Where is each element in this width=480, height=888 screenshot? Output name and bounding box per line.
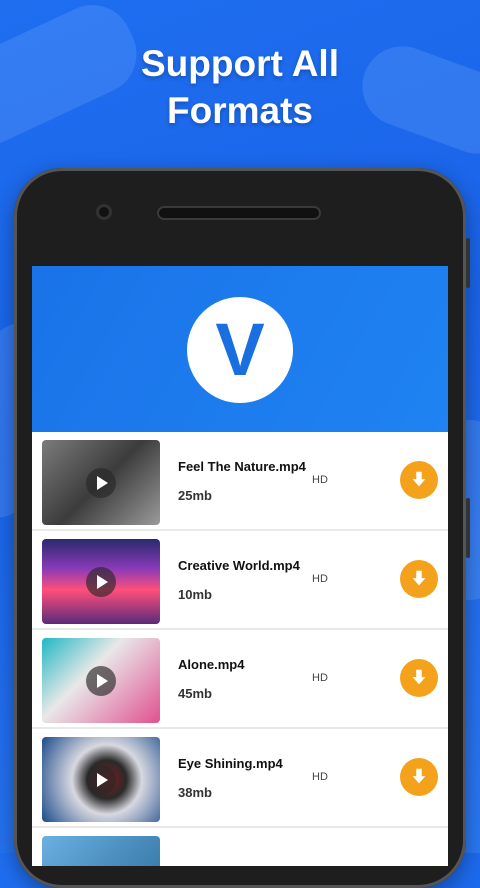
video-list-item-partial[interactable] bbox=[32, 828, 448, 866]
video-size: 10mb bbox=[178, 587, 212, 602]
play-icon[interactable] bbox=[86, 666, 116, 696]
front-camera bbox=[96, 204, 112, 220]
video-size: 45mb bbox=[178, 686, 212, 701]
video-thumbnail[interactable] bbox=[42, 638, 160, 723]
download-arrow-icon bbox=[412, 471, 426, 487]
video-title: Eye Shining.mp4 bbox=[178, 756, 283, 771]
video-list-item[interactable]: Alone.mp4 45mb HD bbox=[32, 630, 448, 727]
app-logo-letter: V bbox=[215, 308, 265, 391]
download-button[interactable] bbox=[400, 560, 438, 598]
video-title: Alone.mp4 bbox=[178, 657, 245, 672]
phone-frame: V Feel The Nature.mp4 25mb HD Creative W… bbox=[14, 168, 470, 888]
app-screen: V Feel The Nature.mp4 25mb HD Creative W… bbox=[32, 266, 448, 866]
video-list-item[interactable]: Eye Shining.mp4 38mb HD bbox=[32, 729, 448, 826]
video-list: Feel The Nature.mp4 25mb HD Creative Wor… bbox=[32, 432, 448, 866]
video-list-item[interactable]: Creative World.mp4 10mb HD bbox=[32, 531, 448, 628]
video-size: 25mb bbox=[178, 488, 212, 503]
video-thumbnail[interactable] bbox=[42, 539, 160, 624]
play-icon[interactable] bbox=[86, 567, 116, 597]
play-icon[interactable] bbox=[86, 765, 116, 795]
headline-line-1: Support All bbox=[141, 43, 339, 84]
video-list-item[interactable]: Feel The Nature.mp4 25mb HD bbox=[32, 432, 448, 529]
play-icon[interactable] bbox=[86, 468, 116, 498]
phone-side-button bbox=[466, 238, 470, 288]
video-quality-badge: HD bbox=[312, 474, 328, 486]
video-thumbnail[interactable] bbox=[42, 836, 160, 866]
video-quality-badge: HD bbox=[312, 573, 328, 585]
app-logo: V bbox=[187, 297, 293, 403]
download-button[interactable] bbox=[400, 461, 438, 499]
earpiece-speaker bbox=[157, 206, 321, 220]
download-arrow-icon bbox=[412, 570, 426, 586]
download-arrow-icon bbox=[412, 768, 426, 784]
video-title: Creative World.mp4 bbox=[178, 558, 300, 573]
download-button[interactable] bbox=[400, 758, 438, 796]
video-quality-badge: HD bbox=[312, 672, 328, 684]
video-thumbnail[interactable] bbox=[42, 440, 160, 525]
download-button[interactable] bbox=[400, 659, 438, 697]
video-size: 38mb bbox=[178, 785, 212, 800]
app-header: V bbox=[32, 266, 448, 432]
video-title: Feel The Nature.mp4 bbox=[178, 459, 306, 474]
headline-line-2: Formats bbox=[167, 90, 313, 131]
phone-side-button bbox=[466, 498, 470, 558]
video-thumbnail[interactable] bbox=[42, 737, 160, 822]
promo-headline: Support All Formats bbox=[0, 40, 480, 134]
download-arrow-icon bbox=[412, 669, 426, 685]
video-quality-badge: HD bbox=[312, 771, 328, 783]
